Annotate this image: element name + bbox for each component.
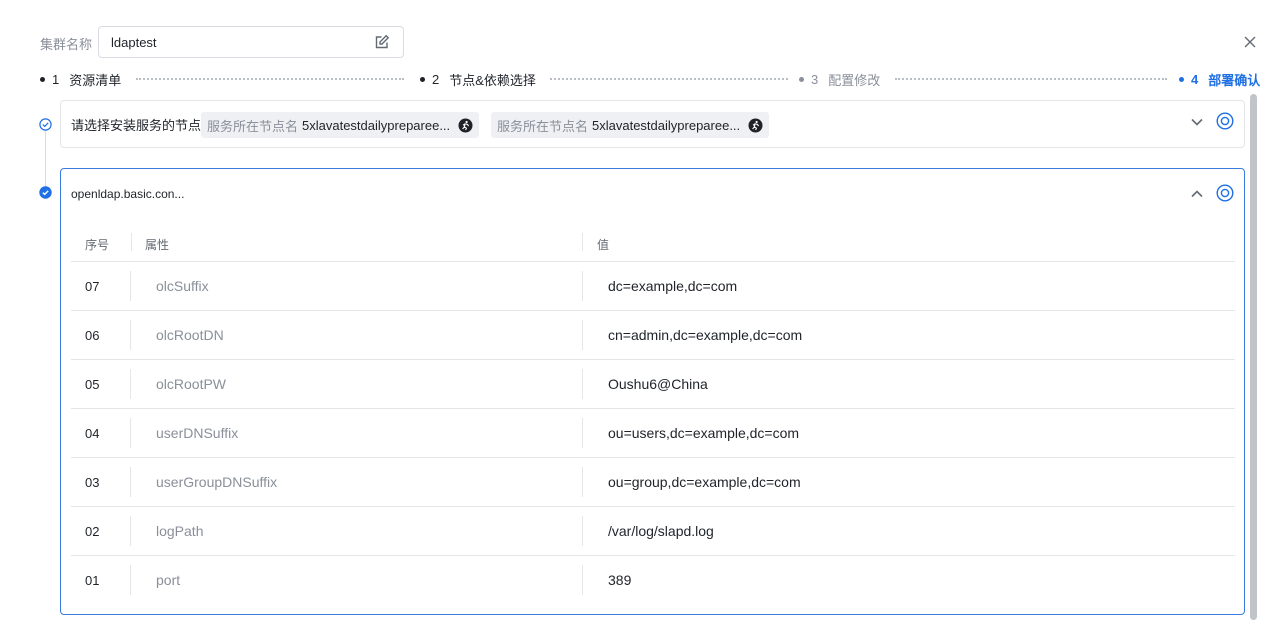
row-value: Oushu6@China xyxy=(608,376,708,392)
column-divider xyxy=(582,467,583,497)
row-attribute: userDNSuffix xyxy=(156,425,239,441)
table-row: 06 olcRootDN cn=admin,dc=example,dc=com xyxy=(71,311,1235,360)
step-label: 资源清单 xyxy=(69,73,122,88)
node-run-icon xyxy=(458,118,473,133)
node-tag-key: 服务所在节点名 xyxy=(207,118,299,134)
column-divider xyxy=(582,320,583,350)
column-divider xyxy=(130,467,131,497)
table-header: 序号 属性 值 xyxy=(71,223,1235,262)
row-value: dc=example,dc=com xyxy=(608,278,738,294)
row-value: ou=group,dc=example,dc=com xyxy=(608,474,801,490)
row-index: 04 xyxy=(85,426,100,441)
row-value: cn=admin,dc=example,dc=com xyxy=(608,327,803,343)
row-attribute: olcRootDN xyxy=(156,327,224,343)
column-divider xyxy=(582,418,583,448)
column-divider xyxy=(582,271,583,301)
column-divider xyxy=(131,233,132,251)
check-circle-outline-icon xyxy=(39,118,52,131)
step-2[interactable]: 2 节点&依赖选择 xyxy=(420,70,536,89)
check-circle-filled-icon xyxy=(39,186,52,199)
row-attribute: port xyxy=(156,572,181,588)
column-divider xyxy=(130,516,131,546)
step-dot xyxy=(420,77,425,82)
column-divider xyxy=(582,565,583,595)
column-divider xyxy=(130,418,131,448)
row-value: ou=users,dc=example,dc=com xyxy=(608,425,800,441)
step-3[interactable]: 3 配置修改 xyxy=(799,70,880,89)
cluster-name-value: ldaptest xyxy=(111,34,157,50)
step-dot xyxy=(799,77,804,82)
step-label: 配置修改 xyxy=(828,73,881,88)
cluster-name-label: 集群名称 xyxy=(40,37,93,52)
row-index: 03 xyxy=(85,475,100,490)
timeline-line xyxy=(45,131,46,189)
steps-bar: 1 资源清单 2 节点&依赖选择 3 配置修改 4 部署确认 xyxy=(40,70,1260,88)
table-row: 04 userDNSuffix ou=users,dc=example,dc=c… xyxy=(71,409,1235,458)
table-row: 02 logPath /var/log/slapd.log xyxy=(71,507,1235,556)
column-divider xyxy=(130,565,131,595)
node-selection-title: 请选择安装服务的节点 xyxy=(71,118,202,133)
step-number: 3 xyxy=(811,72,819,87)
node-tag-key: 服务所在节点名 xyxy=(497,118,589,134)
settings-target-icon[interactable] xyxy=(1216,112,1234,130)
row-index: 01 xyxy=(85,573,100,588)
step-divider xyxy=(550,78,788,80)
table-row: 05 olcRootPW Oushu6@China xyxy=(71,360,1235,409)
row-attribute: olcSuffix xyxy=(156,278,209,294)
row-index: 05 xyxy=(85,377,100,392)
step-dot xyxy=(1179,77,1184,82)
row-index: 02 xyxy=(85,524,100,539)
step-number: 1 xyxy=(52,72,60,87)
row-value: 389 xyxy=(608,572,632,588)
column-header-index: 序号 xyxy=(85,238,110,252)
step-label: 部署确认 xyxy=(1208,73,1261,88)
chevron-down-icon[interactable] xyxy=(1188,113,1206,131)
step-divider xyxy=(136,78,404,80)
row-attribute: logPath xyxy=(156,523,204,539)
column-divider xyxy=(582,369,583,399)
column-divider xyxy=(130,369,131,399)
table-row: 03 userGroupDNSuffix ou=group,dc=example… xyxy=(71,458,1235,507)
close-icon[interactable] xyxy=(1242,34,1258,50)
step-number: 4 xyxy=(1191,72,1199,87)
node-tag-value: 5xlavatestdailypreparee... xyxy=(592,117,741,133)
node-tag[interactable]: 服务所在节点名 5xlavatestdailypreparee... xyxy=(201,112,480,138)
config-card: openldap.basic.con... 序号 属性 值 07 olcSuff… xyxy=(60,168,1245,615)
step-dot xyxy=(40,77,45,82)
node-selection-card: 请选择安装服务的节点 服务所在节点名 5xlavatestdailyprepar… xyxy=(60,100,1245,148)
column-divider xyxy=(130,271,131,301)
column-divider xyxy=(582,516,583,546)
chevron-up-icon[interactable] xyxy=(1188,185,1206,203)
row-attribute: userGroupDNSuffix xyxy=(156,474,278,490)
config-table: 序号 属性 值 07 olcSuffix dc=example,dc=com 0… xyxy=(71,223,1235,605)
edit-icon[interactable] xyxy=(373,33,391,51)
column-header-attribute: 属性 xyxy=(145,238,170,252)
step-label: 节点&依赖选择 xyxy=(449,73,536,88)
column-header-value: 值 xyxy=(597,238,610,252)
scrollbar-thumb[interactable] xyxy=(1250,94,1257,620)
step-divider xyxy=(895,78,1167,80)
table-row: 01 port 389 xyxy=(71,556,1235,605)
node-tag-value: 5xlavatestdailypreparee... xyxy=(302,117,451,133)
step-4[interactable]: 4 部署确认 xyxy=(1179,70,1260,89)
column-divider xyxy=(582,233,583,251)
node-tag[interactable]: 服务所在节点名 5xlavatestdailypreparee... xyxy=(491,112,770,138)
step-number: 2 xyxy=(432,72,440,87)
node-run-icon xyxy=(748,118,763,133)
row-attribute: olcRootPW xyxy=(156,376,227,392)
table-row: 07 olcSuffix dc=example,dc=com xyxy=(71,262,1235,311)
row-index: 06 xyxy=(85,328,100,343)
cluster-name-field[interactable]: ldaptest xyxy=(98,26,404,58)
step-1[interactable]: 1 资源清单 xyxy=(40,70,121,89)
row-value: /var/log/slapd.log xyxy=(608,523,714,539)
config-card-title: openldap.basic.con... xyxy=(71,187,185,201)
column-divider xyxy=(130,320,131,350)
settings-target-icon[interactable] xyxy=(1216,184,1234,202)
row-index: 07 xyxy=(85,279,100,294)
